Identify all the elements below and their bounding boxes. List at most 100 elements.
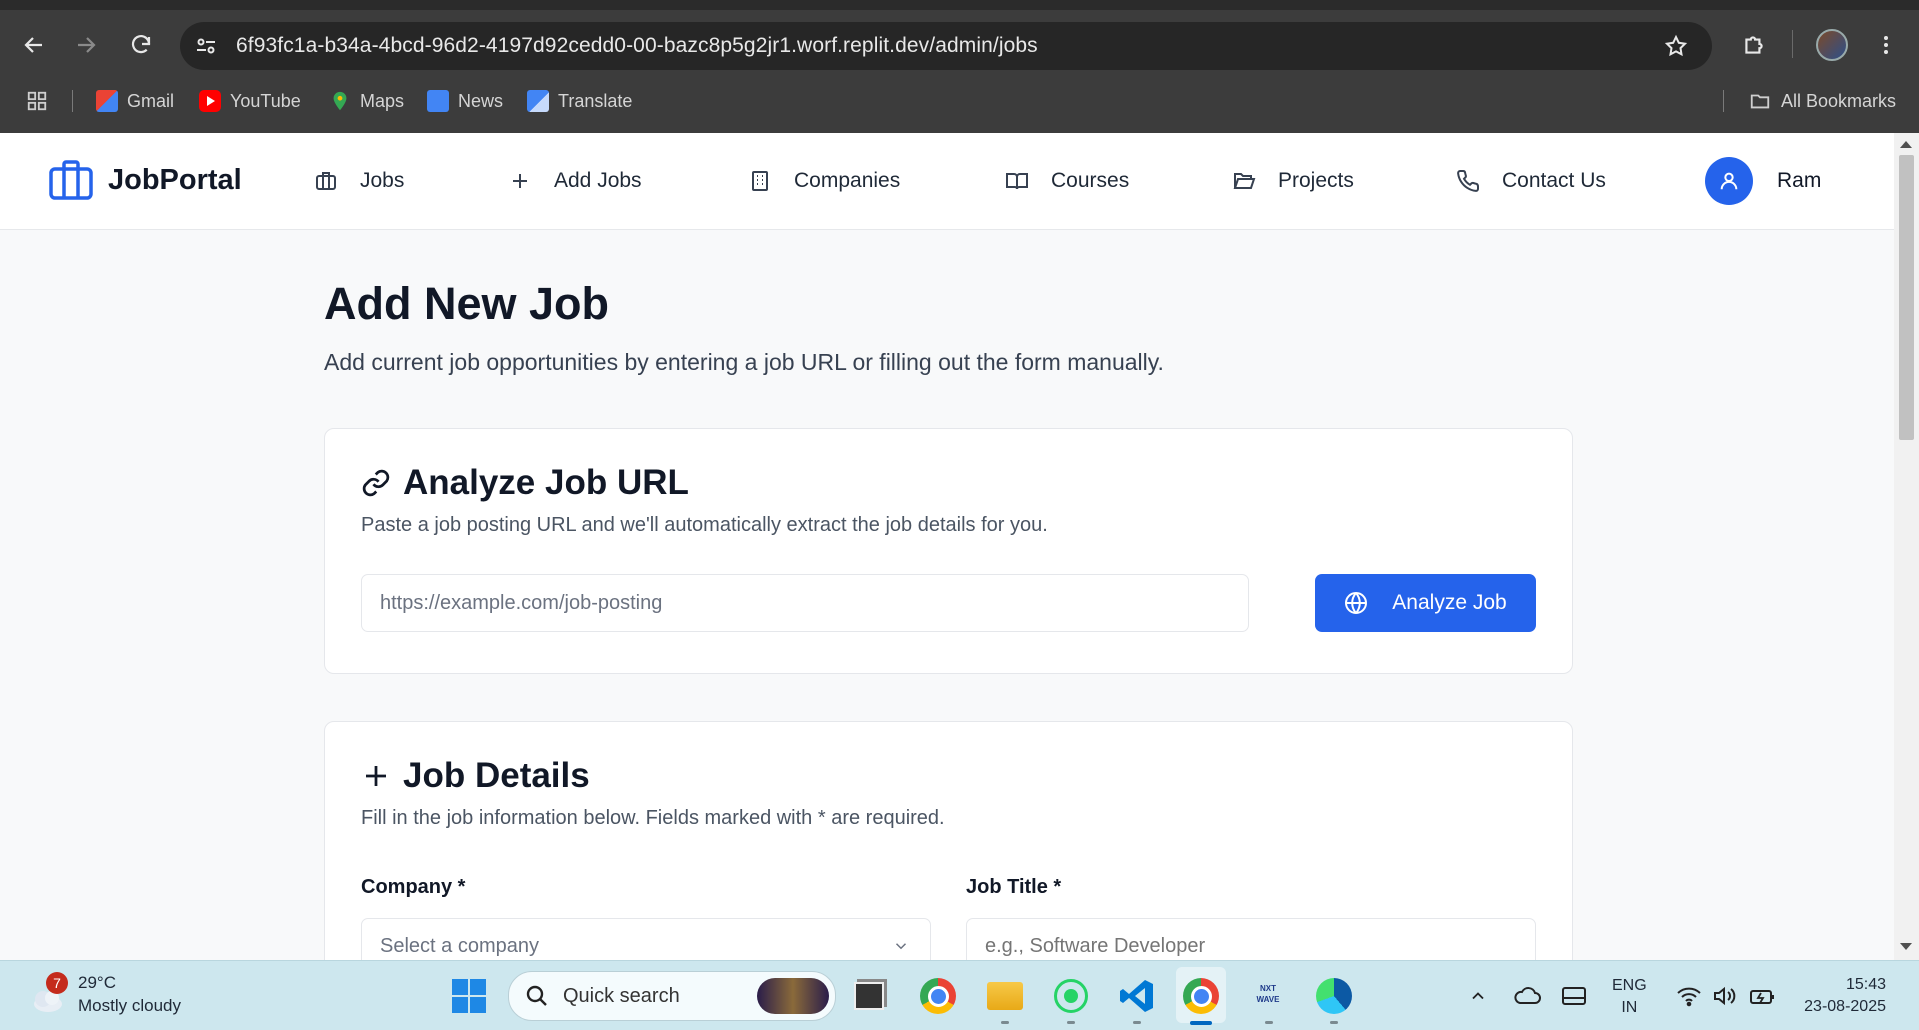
apps-button[interactable] xyxy=(26,84,48,118)
bookmark-gmail[interactable]: Gmail xyxy=(96,84,174,118)
nav-add-jobs[interactable]: Add Jobs xyxy=(508,133,642,229)
analyze-card-title-text: Analyze Job URL xyxy=(403,463,689,502)
battery-button[interactable] xyxy=(1748,961,1776,1030)
job-details-card: Job Details Fill in the job information … xyxy=(324,721,1573,983)
folder-icon xyxy=(1750,94,1770,109)
bookmark-maps[interactable]: Maps xyxy=(329,84,404,118)
news-icon xyxy=(427,90,449,112)
nav-contact-us[interactable]: Contact Us xyxy=(1456,133,1606,229)
clock-date: 23-08-2025 xyxy=(1804,998,1886,1015)
user-menu[interactable]: Ram xyxy=(1705,157,1821,205)
gmail-icon xyxy=(96,90,118,112)
building-icon xyxy=(752,171,768,191)
bookmark-label: Translate xyxy=(558,90,633,111)
briefcase-logo-icon xyxy=(49,160,93,200)
nav-label: Jobs xyxy=(360,169,405,192)
bookmark-news[interactable]: News xyxy=(427,84,503,118)
nav-projects[interactable]: Projects xyxy=(1232,133,1354,229)
scroll-up-arrow[interactable] xyxy=(1900,141,1912,148)
tablet-mode-button[interactable] xyxy=(1561,961,1587,1030)
bookmark-label: News xyxy=(458,90,504,111)
site-settings-icon[interactable] xyxy=(194,34,218,58)
taskbar-app-nxtwave[interactable]: NXT WAVE xyxy=(1249,977,1287,1015)
temperature: 29°C xyxy=(78,973,116,992)
logo-link[interactable]: JobPortal xyxy=(48,159,242,201)
bookmark-label: Gmail xyxy=(127,90,175,111)
analyze-job-button[interactable]: Analyze Job xyxy=(1315,574,1536,632)
logo-text: JobPortal xyxy=(108,163,242,196)
translate-icon xyxy=(527,90,549,112)
running-indicator xyxy=(1330,1021,1338,1024)
details-card-title: Job Details xyxy=(361,756,590,796)
nav-courses[interactable]: Courses xyxy=(1005,133,1129,229)
all-bookmarks-button[interactable]: All Bookmarks xyxy=(1748,84,1896,118)
page-title: Add New Job xyxy=(324,278,610,329)
region-code: IN xyxy=(1621,999,1638,1016)
page-scrollbar[interactable] xyxy=(1894,133,1919,960)
youtube-icon xyxy=(199,90,221,112)
start-button[interactable] xyxy=(452,979,486,1018)
nav-jobs[interactable]: Jobs xyxy=(314,133,404,229)
cloud-icon: 7 xyxy=(26,972,68,1016)
chevron-up-icon xyxy=(1472,991,1484,999)
phone-icon xyxy=(1457,169,1480,192)
system-clock[interactable]: 15:43 23-08-2025 xyxy=(1796,974,1886,1018)
taskbar-app-edge[interactable] xyxy=(1315,977,1353,1015)
running-indicator xyxy=(1133,1021,1141,1024)
volume-button[interactable] xyxy=(1712,961,1738,1030)
network-button[interactable] xyxy=(1676,961,1702,1030)
weather-widget[interactable]: 7 29°C Mostly cloudy xyxy=(26,971,181,1017)
job-url-input[interactable] xyxy=(361,574,1249,632)
avatar[interactable] xyxy=(1705,157,1753,205)
chrome-icon xyxy=(920,978,956,1014)
user-name: Ram xyxy=(1777,169,1822,192)
details-card-description: Fill in the job information below. Field… xyxy=(361,807,945,829)
url-text[interactable]: 6f93fc1a-b34a-4bcd-96d2-4197d92cedd0-00-… xyxy=(236,34,1038,58)
taskbar: 7 29°C Mostly cloudy Quick search NXT WAV… xyxy=(0,960,1919,1030)
taskbar-app-whatsapp[interactable] xyxy=(1052,977,1090,1015)
running-indicator xyxy=(1265,1021,1273,1024)
bookmark-label: Maps xyxy=(360,90,405,111)
extensions-button[interactable] xyxy=(1738,29,1770,61)
nav-label: Projects xyxy=(1278,169,1354,192)
nav-label: Contact Us xyxy=(1502,169,1606,192)
nav-companies[interactable]: Companies xyxy=(748,133,900,229)
address-bar[interactable]: 6f93fc1a-b34a-4bcd-96d2-4197d92cedd0-00-… xyxy=(180,22,1712,70)
taskbar-app-files[interactable] xyxy=(850,977,888,1015)
forward-button[interactable] xyxy=(68,27,104,63)
scroll-down-arrow[interactable] xyxy=(1900,943,1912,950)
nav-label: Courses xyxy=(1051,169,1130,192)
whatsapp-icon xyxy=(1054,979,1088,1013)
page-subtitle: Add current job opportunities by enterin… xyxy=(324,349,1164,375)
globe-icon xyxy=(1345,592,1368,614)
language-indicator[interactable]: ENG IN xyxy=(1612,975,1647,1019)
bookmark-translate[interactable]: Translate xyxy=(527,84,632,118)
onedrive-button[interactable] xyxy=(1513,961,1541,1030)
taskbar-app-vscode[interactable] xyxy=(1118,977,1156,1015)
analyze-card-description: Paste a job posting URL and we'll automa… xyxy=(361,514,1048,536)
taskbar-app-chrome[interactable] xyxy=(919,977,957,1015)
reload-icon xyxy=(131,35,151,54)
chrome-icon xyxy=(1183,978,1219,1014)
windows-icon xyxy=(452,979,486,1013)
browser-menu-button[interactable] xyxy=(1870,29,1902,61)
tray-overflow-button[interactable] xyxy=(1468,961,1488,1030)
analyze-card-title: Analyze Job URL xyxy=(361,463,689,503)
profile-avatar-icon xyxy=(1816,29,1848,61)
tab-strip xyxy=(0,0,1919,10)
taskbar-app-explorer[interactable] xyxy=(986,977,1024,1015)
back-button[interactable] xyxy=(16,27,52,63)
bookmark-youtube[interactable]: YouTube xyxy=(199,84,301,118)
profile-button[interactable] xyxy=(1816,29,1848,61)
analyze-job-label: Analyze Job xyxy=(1392,591,1507,614)
taskbar-search[interactable]: Quick search xyxy=(508,971,836,1021)
arrow-right-icon xyxy=(78,37,96,53)
scroll-thumb[interactable] xyxy=(1899,155,1914,440)
browser-chrome: 6f93fc1a-b34a-4bcd-96d2-4197d92cedd0-00-… xyxy=(0,0,1919,133)
analyze-url-card: Analyze Job URL Paste a job posting URL … xyxy=(324,428,1573,674)
star-icon[interactable] xyxy=(1664,34,1688,58)
taskbar-app-chrome-active[interactable] xyxy=(1182,977,1220,1015)
grid-icon xyxy=(27,91,47,111)
link-icon xyxy=(362,469,390,497)
reload-button[interactable] xyxy=(123,27,159,63)
